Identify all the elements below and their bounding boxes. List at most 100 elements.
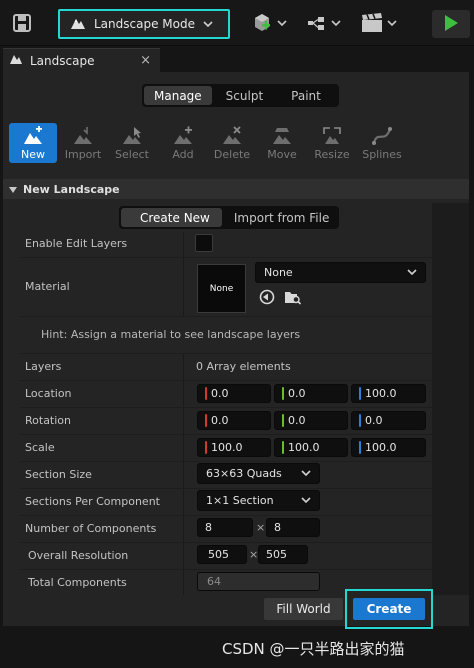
row-separator (20, 542, 432, 543)
tool-add-label: Add (172, 148, 194, 161)
row-separator (20, 461, 432, 462)
y-axis-marker (282, 387, 284, 400)
tab-title: Landscape (30, 53, 95, 68)
row-separator (20, 257, 432, 258)
tab-landscape[interactable]: Landscape × (3, 48, 160, 72)
components-x-field[interactable]: 8 (197, 518, 253, 537)
row-separator (20, 488, 432, 489)
rotation-z-value: 0.0 (365, 414, 383, 427)
scale-x-field[interactable]: 100.0 (197, 438, 271, 457)
tool-resize-label: Resize (314, 148, 350, 161)
play-icon (443, 14, 459, 35)
row-separator (20, 515, 432, 516)
location-z-value: 100.0 (365, 387, 397, 400)
tool-new[interactable]: New (9, 123, 57, 163)
rotation-x-field[interactable]: 0.0 (197, 411, 271, 430)
y-axis-marker (282, 441, 284, 454)
enable-edit-layers-checkbox[interactable] (195, 234, 213, 252)
tool-new-label: New (21, 148, 45, 161)
section-new-landscape[interactable]: New Landscape (3, 179, 469, 199)
tool-add[interactable]: Add (159, 123, 207, 163)
mode-selector: Manage Sculpt Paint (142, 84, 339, 107)
splines-icon (371, 125, 393, 147)
cinematics-icon[interactable] (360, 12, 400, 34)
x-axis-marker (205, 387, 207, 400)
section-size-combo[interactable]: 63×63 Quads (197, 463, 320, 484)
total-components-value: 64 (207, 575, 221, 588)
location-y-value: 0.0 (288, 387, 306, 400)
tab-sculpt[interactable]: Sculpt (212, 86, 277, 105)
label-scale: Scale (25, 441, 55, 454)
add-icon (172, 125, 194, 147)
create-import-selector: Create New Import from File (119, 206, 340, 229)
close-icon[interactable]: × (140, 53, 151, 68)
add-actor-icon[interactable] (252, 13, 290, 33)
location-y-field[interactable]: 0.0 (274, 384, 348, 403)
scale-y-value: 100.0 (288, 441, 320, 454)
sections-per-component-combo[interactable]: 1×1 Section (197, 490, 320, 511)
tab-paint[interactable]: Paint (277, 86, 337, 105)
use-selected-asset-icon[interactable] (259, 289, 275, 308)
watermark: CSDN @一只半路出家的猫 (222, 640, 405, 658)
material-combo[interactable]: None (255, 262, 426, 283)
label-enable-edit-layers: Enable Edit Layers (25, 237, 128, 250)
chevron-down-icon (301, 468, 311, 479)
tool-splines-label: Splines (362, 148, 402, 161)
label-section-size: Section Size (25, 468, 92, 481)
label-total-components: Total Components (28, 576, 127, 589)
y-axis-marker (282, 414, 284, 427)
import-icon (72, 125, 94, 147)
scale-y-field[interactable]: 100.0 (274, 438, 348, 457)
tool-move[interactable]: Move (258, 123, 306, 163)
scale-z-field[interactable]: 100.0 (351, 438, 426, 457)
landscape-mode-dropdown[interactable]: Landscape Mode (58, 9, 230, 39)
tool-move-label: Move (267, 148, 297, 161)
delete-icon (221, 125, 243, 147)
tool-delete[interactable]: Delete (208, 123, 256, 163)
material-value: None (264, 266, 293, 279)
row-separator (20, 434, 432, 435)
resize-icon (321, 125, 343, 147)
save-icon[interactable] (12, 13, 32, 33)
tool-splines[interactable]: Splines (358, 123, 406, 163)
play-button[interactable] (432, 10, 470, 38)
row-separator (20, 353, 432, 354)
location-z-field[interactable]: 100.0 (351, 384, 426, 403)
blueprint-icon[interactable] (306, 13, 344, 33)
browse-asset-icon[interactable] (284, 289, 302, 308)
move-icon (271, 125, 293, 147)
tool-select[interactable]: Select (108, 123, 156, 163)
resolution-y-field[interactable]: 505 (258, 545, 308, 564)
rotation-y-field[interactable]: 0.0 (274, 411, 348, 430)
tool-resize[interactable]: Resize (308, 123, 356, 163)
collapse-arrow-icon (9, 183, 17, 196)
location-x-value: 0.0 (211, 387, 229, 400)
row-separator (20, 380, 432, 381)
rotation-z-field[interactable]: 0.0 (351, 411, 426, 430)
times-sign: × (249, 548, 259, 561)
label-material: Material (25, 280, 70, 293)
scrollbar-track[interactable] (432, 203, 469, 595)
create-button[interactable]: Create (353, 598, 425, 620)
sections-per-component-value: 1×1 Section (206, 494, 274, 507)
tool-import[interactable]: Import (59, 123, 107, 163)
scale-x-value: 100.0 (211, 441, 243, 454)
chevron-down-icon (407, 267, 417, 278)
tab-create-new[interactable]: Create New (121, 208, 222, 227)
z-axis-marker (359, 414, 361, 427)
components-y-field[interactable]: 8 (266, 518, 320, 537)
material-thumbnail[interactable]: None (197, 264, 246, 313)
components-x-value: 8 (205, 521, 212, 534)
chevron-down-icon (203, 19, 213, 30)
tab-import-from-file[interactable]: Import from File (222, 208, 337, 227)
location-x-field[interactable]: 0.0 (197, 384, 271, 403)
tool-delete-label: Delete (213, 148, 251, 161)
fill-world-button[interactable]: Fill World (264, 598, 343, 620)
rotation-x-value: 0.0 (211, 414, 229, 427)
landscape-tab-icon (9, 53, 23, 68)
resolution-x-field[interactable]: 505 (197, 545, 247, 564)
tab-manage[interactable]: Manage (144, 86, 212, 105)
z-axis-marker (359, 441, 361, 454)
tool-select-label: Select (115, 148, 149, 161)
chevron-down-icon (301, 495, 311, 506)
